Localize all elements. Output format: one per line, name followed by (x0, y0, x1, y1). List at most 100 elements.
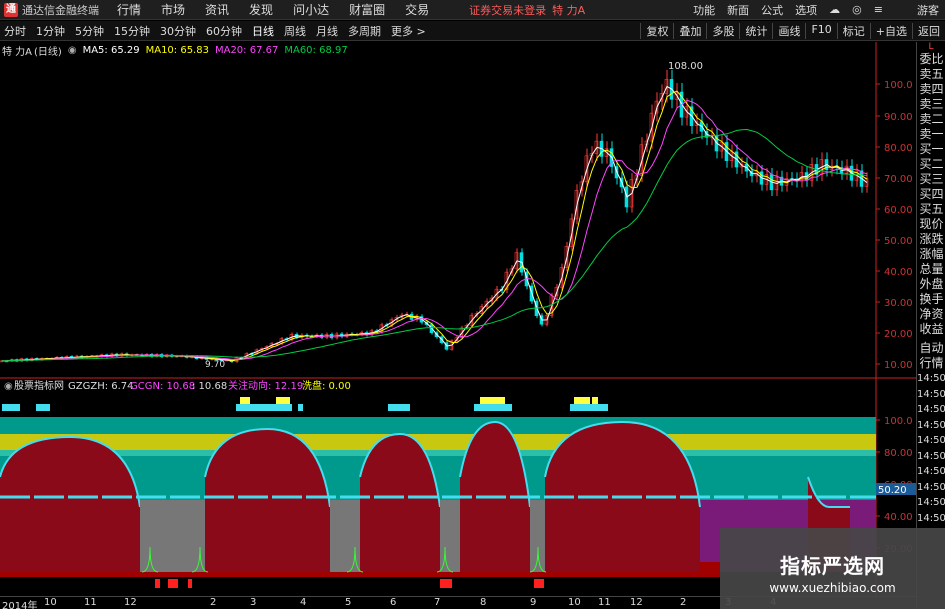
price-tick-label: 30.00 (884, 298, 913, 309)
indicator-value3: : 10.68 (192, 381, 227, 392)
menu-quote[interactable]: 行情 (117, 1, 141, 18)
quote-label: 买四 (919, 187, 944, 201)
tool-adjust[interactable]: 复权 (640, 22, 673, 39)
quote-label: 买三 (919, 172, 944, 186)
signal-marker-red (188, 579, 192, 588)
date-label: 10 (568, 597, 581, 608)
menu-trade[interactable]: 交易 (405, 1, 429, 18)
auto-quote[interactable]: 自动 行情 (917, 341, 945, 371)
help-icon[interactable]: ◎ (852, 3, 862, 16)
period-daily[interactable]: 日线 (248, 23, 278, 39)
title-bar: 通 通达信金融终端 行情 市场 资讯 发现 问小达 财富圈 交易 证券交易未登录… (0, 0, 945, 20)
tool-stats[interactable]: 统计 (739, 22, 772, 39)
date-label: 9 (530, 597, 537, 608)
menu-discover[interactable]: 发现 (249, 1, 273, 18)
tick-time: 14:50 (917, 512, 945, 524)
period-5min[interactable]: 5分钟 (71, 23, 108, 39)
watermark-banner: 指标严选网 www.xuezhibiao.com (720, 528, 945, 609)
ma20-line (2, 99, 868, 362)
period-30min[interactable]: 30分钟 (156, 23, 200, 39)
signal-block (36, 404, 50, 411)
signal-block-yellow (480, 397, 505, 404)
period-timeshare[interactable]: 分时 (0, 23, 30, 39)
menu-market[interactable]: 市场 (161, 1, 185, 18)
signal-marker-red (534, 579, 544, 588)
date-label: 2 (680, 597, 687, 608)
date-label: 12 (630, 597, 643, 608)
indicator-gap (440, 500, 460, 572)
tick-time: 14:50 (917, 373, 945, 384)
watermark-url: www.xuezhibiao.com (769, 581, 896, 595)
tick-time: 14:50 (917, 404, 945, 415)
signal-block-yellow (574, 397, 590, 404)
tool-overlay[interactable]: 叠加 (673, 22, 706, 39)
indicator-marker-value: 50.20 (878, 485, 907, 496)
menu-formula[interactable]: 公式 (761, 2, 783, 18)
low-price-label: 9.70 (205, 360, 225, 370)
date-label: 5 (345, 597, 352, 608)
quote-label: 收益 (919, 322, 944, 336)
tool-mark[interactable]: 标记 (836, 22, 870, 39)
price-tick-label: 80.00 (884, 143, 913, 154)
indicator-name[interactable]: 股票指标网 (14, 379, 64, 392)
trade-login-alert[interactable]: 证券交易未登录 (469, 2, 546, 18)
tool-f10[interactable]: F10 (805, 22, 836, 39)
tool-add-favorite[interactable]: +自选 (869, 22, 912, 39)
indicator-legend: ◉ 股票指标网 GZGZH: 6.74 GCGN: 10.68 : 10.68 … (4, 379, 351, 392)
price-tick-label: 60.00 (884, 205, 913, 216)
period-monthly[interactable]: 月线 (312, 23, 342, 39)
menu-options[interactable]: 选项 (795, 2, 817, 18)
menu-wealth[interactable]: 财富圈 (349, 1, 385, 18)
price-tick-label: 70.00 (884, 174, 913, 185)
panel-top-marker: L (928, 42, 934, 52)
quote-label: 卖一 (919, 127, 944, 141)
tool-draw[interactable]: 画线 (772, 22, 805, 39)
date-label: 2014年 (2, 601, 38, 609)
tick-time: 14:50 (917, 466, 945, 477)
signal-marker-red (440, 579, 452, 588)
settings-icon[interactable]: ◉ (4, 381, 13, 392)
watermark-title: 指标严选网 (780, 554, 885, 578)
period-more[interactable]: 更多 > (387, 23, 430, 39)
period-1min[interactable]: 1分钟 (32, 23, 69, 39)
menu-icon[interactable]: ≡ (874, 3, 883, 16)
chart-area[interactable]: 100.0 90.00 80.00 70.00 60.00 50.00 40.00 30.00… (0, 42, 916, 596)
indicator-gap (140, 500, 205, 572)
indicator-band-yellow (0, 434, 876, 450)
menu-function[interactable]: 功能 (693, 2, 715, 18)
auto-quote-label[interactable]: 自动 (917, 341, 945, 356)
stock-terminal-window: 通 通达信金融终端 行情 市场 资讯 发现 问小达 财富圈 交易 证券交易未登录… (0, 0, 945, 609)
quote-label: 换手 (919, 292, 944, 306)
period-weekly[interactable]: 周线 (280, 23, 310, 39)
ma5-line (2, 85, 868, 362)
legend-settings-icon[interactable]: ◉ (68, 45, 77, 56)
signal-block (2, 404, 20, 411)
date-label: 3 (250, 597, 257, 608)
legend-ma5: MA5: 65.29 (82, 44, 140, 56)
guest-user[interactable]: 游客 (917, 2, 939, 18)
tool-back[interactable]: 返回 (912, 22, 945, 39)
tick-time: 14:50 (917, 419, 945, 431)
indicator-gcgn: GCGN: 10.68 (130, 381, 195, 392)
legend-stock-name: 特 力A (2, 46, 33, 58)
quote-label: 买一 (919, 142, 944, 156)
indicator-tick-label: 100.0 (884, 416, 913, 427)
price-tick-label: 10.00 (884, 360, 913, 371)
cloud-icon[interactable]: ☁ (829, 3, 840, 16)
tick-time: 14:50 (917, 481, 945, 493)
legend-ma20: MA20: 67.67 (214, 44, 279, 56)
quote-label: 总量 (919, 262, 944, 276)
tick-time: 14:50 (917, 388, 945, 400)
menu-news[interactable]: 资讯 (205, 1, 229, 18)
menu-new-page[interactable]: 新面 (727, 2, 749, 18)
period-multi[interactable]: 多周期 (344, 23, 385, 39)
quote-label: 买五 (919, 202, 944, 216)
current-stock-name: 特 力A (552, 3, 586, 17)
tool-multi-stock[interactable]: 多股 (706, 22, 739, 39)
menu-ask[interactable]: 问小达 (293, 1, 329, 18)
date-label: 11 (84, 597, 97, 608)
auto-quote-label[interactable]: 行情 (917, 356, 945, 371)
quote-label: 净资 (919, 307, 944, 321)
period-15min[interactable]: 15分钟 (110, 23, 154, 39)
period-60min[interactable]: 60分钟 (202, 23, 246, 39)
